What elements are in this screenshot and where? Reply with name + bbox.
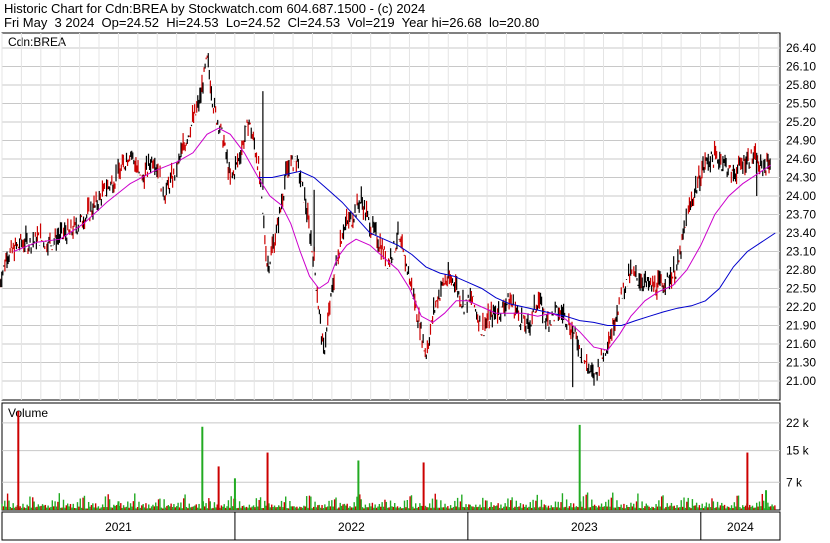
price-tick-label: 26.40	[786, 41, 816, 55]
price-tick-label: 22.80	[786, 263, 816, 277]
price-tick-label: 23.10	[786, 245, 816, 259]
year-label: 2022	[338, 520, 365, 534]
volume-axis: 22 k 15 k 7 k	[786, 416, 810, 489]
volume-tick-label: 22 k	[786, 416, 810, 430]
price-axis: 26.40 26.10 25.80 25.50 25.20 24.90 24.60 24.30…	[786, 41, 816, 388]
price-tick-label: 23.40	[786, 226, 816, 240]
price-tick-label: 21.60	[786, 337, 816, 351]
price-tick-label: 22.50	[786, 282, 816, 296]
price-tick-label: 24.60	[786, 152, 816, 166]
price-tick-label: 23.70	[786, 208, 816, 222]
price-tick-label: 21.30	[786, 356, 816, 370]
price-tick-label: 25.80	[786, 78, 816, 92]
price-tick-label: 24.00	[786, 189, 816, 203]
stock-chart: Cdn:BREA 26.4026.1025.8025.5025.2024.902…	[0, 32, 816, 541]
price-tick-label: 22.20	[786, 300, 816, 314]
volume-panel	[1, 402, 781, 511]
price-tick-label: 25.20	[786, 115, 816, 129]
price-tick-label: 26.10	[786, 60, 816, 74]
price-tick-label: 24.90	[786, 134, 816, 148]
volume-panel-title: Volume	[8, 406, 48, 420]
price-tick-label: 21.90	[786, 319, 816, 333]
volume-tick-label: 15 k	[786, 444, 810, 458]
year-label: 2023	[571, 520, 598, 534]
volume-tick-label: 7 k	[786, 475, 803, 489]
price-tick-label: 24.30	[786, 171, 816, 185]
year-label: 2021	[105, 520, 132, 534]
year-label: 2024	[727, 520, 754, 534]
price-panel-title: Cdn:BREA	[8, 35, 66, 49]
price-tick-label: 25.50	[786, 97, 816, 111]
price-tick-label: 21.00	[786, 374, 816, 388]
